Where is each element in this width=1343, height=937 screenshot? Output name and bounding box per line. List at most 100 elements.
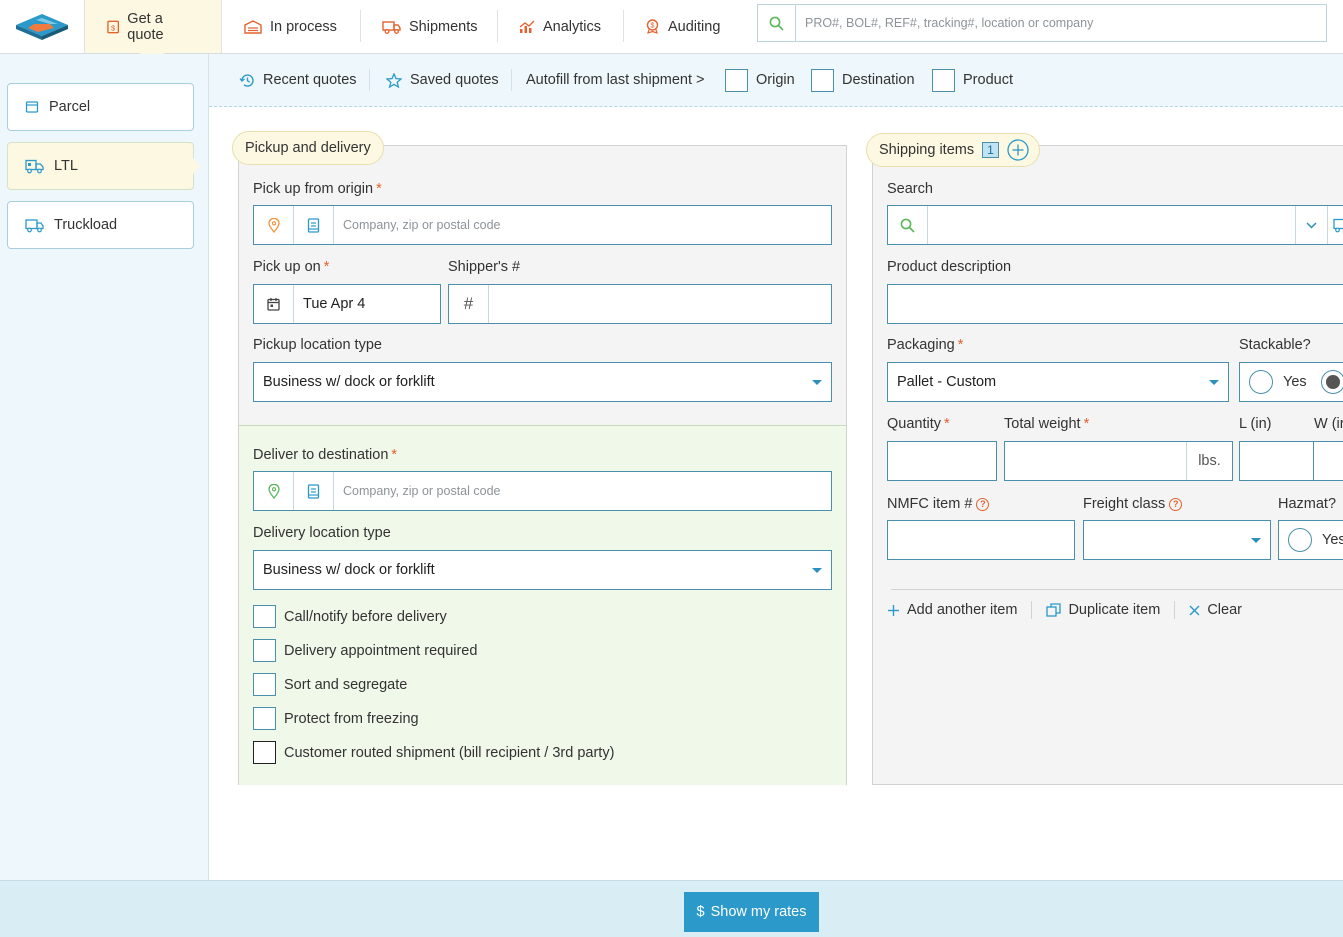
saved-quotes-label: Saved quotes xyxy=(410,72,499,88)
total-weight-label: Total weight * xyxy=(1004,416,1090,432)
checkbox[interactable] xyxy=(253,707,276,730)
origin-address-book-icon[interactable] xyxy=(294,206,334,244)
shipping-items-legend: Shipping items 1 xyxy=(866,133,1040,167)
app-logo[interactable] xyxy=(0,0,84,53)
total-weight-field[interactable]: lbs. xyxy=(1004,441,1233,481)
autofill-label: Autofill from last shipment > xyxy=(526,54,705,106)
mode-truckload[interactable]: Truckload xyxy=(7,201,194,249)
width-input[interactable] xyxy=(1314,441,1343,481)
star-icon xyxy=(386,72,402,88)
delivery-type-select[interactable]: Business w/ dock or forklift xyxy=(253,550,832,590)
autofill-origin[interactable]: Origin xyxy=(725,54,795,106)
product-description-input[interactable] xyxy=(887,284,1343,324)
autofill-destination[interactable]: Destination xyxy=(811,54,915,106)
quote-form: Pick up from origin * Company, zip or pos… xyxy=(209,107,1343,880)
stackable-label: Stackable? xyxy=(1239,337,1311,353)
dollar-icon: $ xyxy=(696,904,705,920)
origin-field[interactable]: Company, zip or postal code xyxy=(253,205,832,245)
option-label: Customer routed shipment (bill recipient… xyxy=(284,744,615,761)
chevron-down-icon[interactable] xyxy=(1295,206,1327,244)
checkbox[interactable] xyxy=(253,741,276,764)
pickup-type-select[interactable]: Business w/ dock or forklift xyxy=(253,362,832,402)
truck-icon xyxy=(382,20,401,34)
add-item-label: Add another item xyxy=(907,602,1018,618)
recent-quotes-label: Recent quotes xyxy=(263,72,357,88)
autofill-product[interactable]: Product xyxy=(932,54,1013,106)
add-item-plus-icon[interactable] xyxy=(1007,139,1029,161)
delivery-type-value: Business w/ dock or forklift xyxy=(263,562,435,578)
clear-item-button[interactable]: Clear xyxy=(1189,602,1242,618)
checkbox[interactable] xyxy=(253,673,276,696)
quantity-input[interactable] xyxy=(887,441,997,481)
add-another-item-button[interactable]: Add another item xyxy=(887,602,1017,618)
destination-address-book-icon[interactable] xyxy=(294,472,334,510)
duplicate-item-button[interactable]: Duplicate item xyxy=(1046,602,1160,618)
tab-in-process[interactable]: In process xyxy=(222,0,359,53)
mode-parcel[interactable]: Parcel xyxy=(7,83,194,131)
item-count-badge: 1 xyxy=(982,142,999,158)
origin-input[interactable]: Company, zip or postal code xyxy=(343,218,501,232)
hazmat-yes-label: Yes xyxy=(1322,532,1343,548)
stackable-radio-group: Yes xyxy=(1239,362,1343,402)
destination-input[interactable]: Company, zip or postal code xyxy=(343,484,501,498)
tab-shipments[interactable]: Shipments xyxy=(360,0,500,53)
option-sort-segregate[interactable]: Sort and segregate xyxy=(253,673,407,696)
help-icon[interactable]: ? xyxy=(1169,498,1183,511)
tab-label: Get a quote xyxy=(127,10,164,43)
help-icon[interactable]: ? xyxy=(976,498,990,511)
nmfc-input[interactable] xyxy=(887,520,1075,560)
option-appointment[interactable]: Delivery appointment required xyxy=(253,639,477,662)
pickup-date-field[interactable]: Tue Apr 4 xyxy=(253,284,441,324)
hazmat-yes-radio[interactable] xyxy=(1288,528,1312,552)
legend-label: Shipping items xyxy=(879,142,975,158)
tab-label: Analytics xyxy=(543,18,602,35)
destination-pin-icon xyxy=(254,472,294,510)
packaging-label: Packaging * xyxy=(887,337,964,353)
weight-unit: lbs. xyxy=(1186,442,1232,480)
item-search-field[interactable] xyxy=(887,205,1343,245)
option-call-notify[interactable]: Call/notify before delivery xyxy=(253,605,447,628)
saved-quotes-button[interactable]: Saved quotes xyxy=(386,54,499,106)
destination-field[interactable]: Company, zip or postal code xyxy=(253,471,832,511)
history-icon xyxy=(239,73,254,87)
autofill-origin-checkbox[interactable] xyxy=(725,68,748,92)
freight-class-select[interactable] xyxy=(1083,520,1271,560)
global-search-input[interactable] xyxy=(796,5,1326,41)
shipper-number-label: Shipper's # xyxy=(448,259,521,275)
autofill-destination-checkbox[interactable] xyxy=(811,68,834,92)
length-input[interactable] xyxy=(1239,441,1314,481)
checkbox[interactable] xyxy=(253,639,276,662)
pickup-date-value[interactable]: Tue Apr 4 xyxy=(294,285,440,323)
mode-ltl[interactable]: LTL xyxy=(7,142,194,190)
total-weight-input[interactable] xyxy=(1005,442,1186,480)
shipper-number-field[interactable]: # xyxy=(448,284,832,324)
product-catalog-icon[interactable] xyxy=(1327,206,1343,244)
autofill-product-checkbox[interactable] xyxy=(932,68,955,92)
legend-label: Pickup and delivery xyxy=(245,140,371,156)
logo-icon xyxy=(16,13,68,40)
autofill-product-label: Product xyxy=(963,72,1013,88)
truckload-icon xyxy=(25,218,44,232)
tab-analytics[interactable]: Analytics xyxy=(497,0,623,53)
item-search-input[interactable] xyxy=(928,206,1295,244)
close-icon xyxy=(1189,605,1200,615)
tab-auditing[interactable]: $ Auditing xyxy=(623,0,742,53)
option-label: Delivery appointment required xyxy=(284,642,478,659)
autofill-text: Autofill from last shipment > xyxy=(526,72,705,88)
pickup-on-label: Pick up on * xyxy=(253,259,330,275)
option-protect-freezing[interactable]: Protect from freezing xyxy=(253,707,419,730)
toolbar-divider xyxy=(511,69,512,91)
global-search[interactable] xyxy=(757,4,1327,42)
recent-quotes-button[interactable]: Recent quotes xyxy=(239,54,357,106)
stackable-yes-radio[interactable] xyxy=(1249,370,1273,394)
tab-get-a-quote[interactable]: $ Get a quote xyxy=(84,0,222,53)
svg-text:$: $ xyxy=(651,23,655,30)
shipper-number-input[interactable] xyxy=(489,285,831,323)
chevron-down-icon xyxy=(803,551,831,589)
show-my-rates-button[interactable]: $ Show my rates xyxy=(684,892,819,932)
pickup-delivery-panel: Pick up from origin * Company, zip or pos… xyxy=(238,145,847,785)
option-customer-routed[interactable]: Customer routed shipment (bill recipient… xyxy=(253,741,614,764)
stackable-no-radio[interactable] xyxy=(1320,370,1343,394)
packaging-select[interactable]: Pallet - Custom xyxy=(887,362,1229,402)
checkbox[interactable] xyxy=(253,605,276,628)
